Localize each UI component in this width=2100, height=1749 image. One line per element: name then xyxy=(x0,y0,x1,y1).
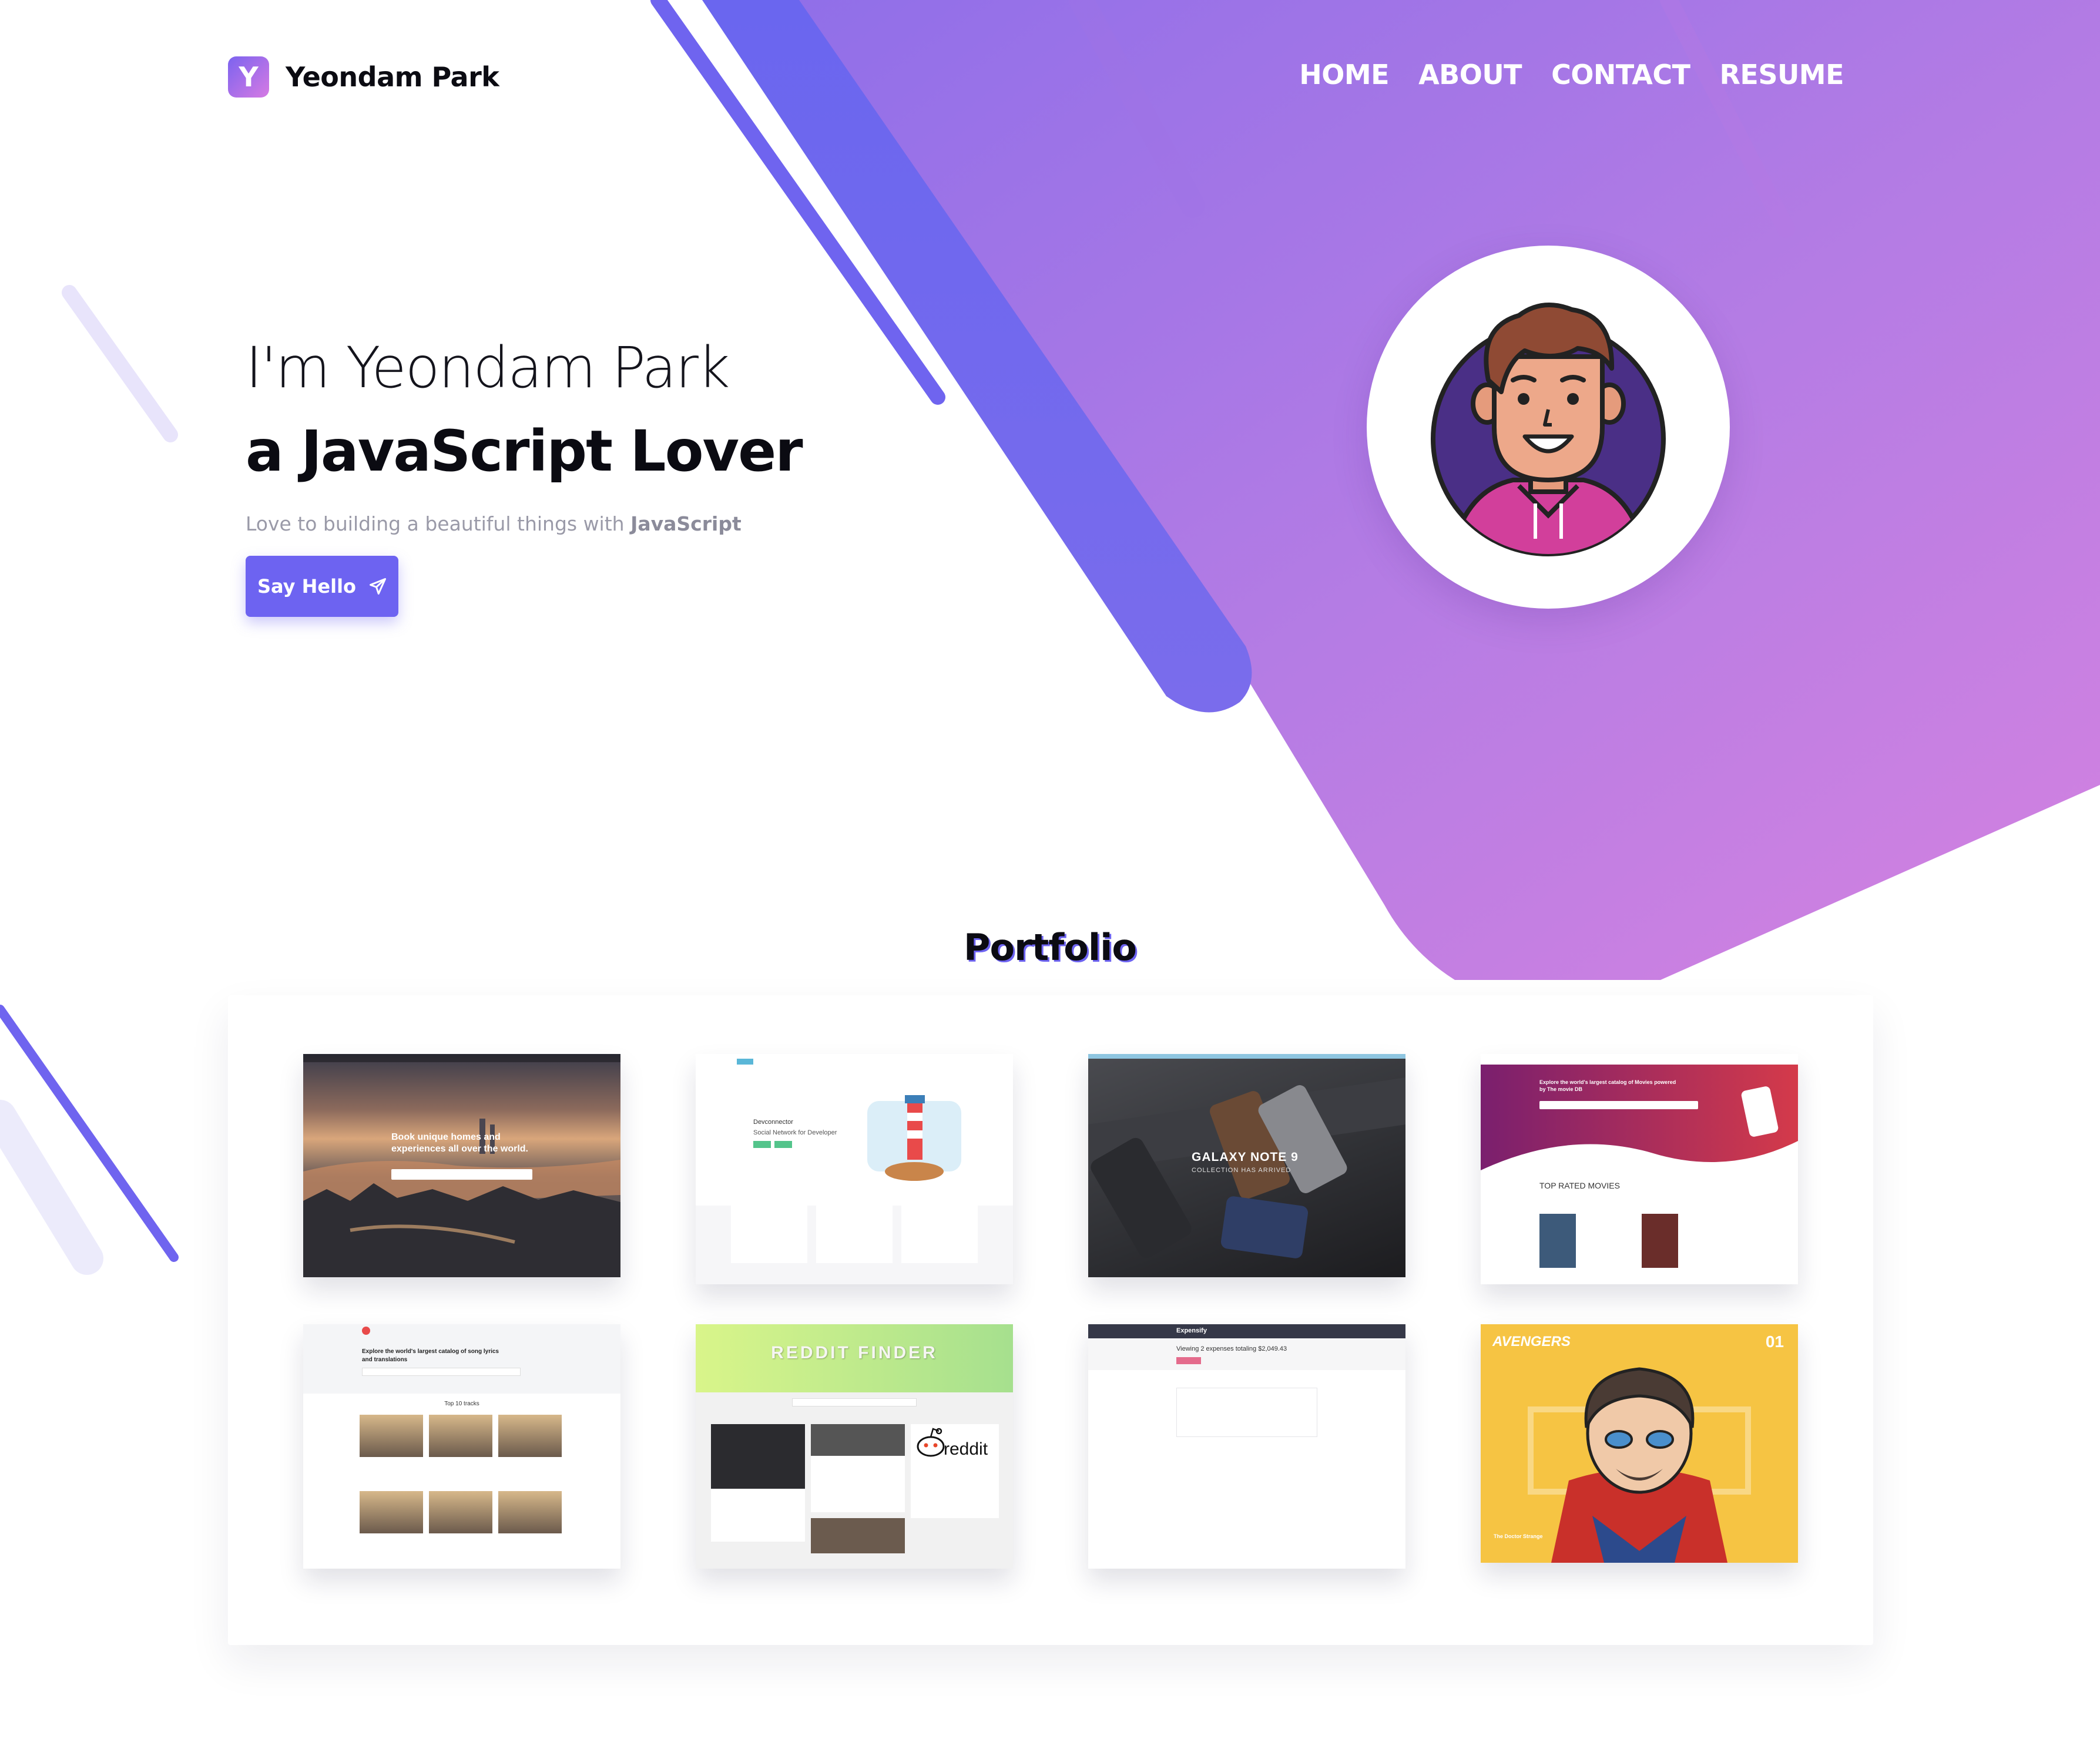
reddit-logo-text: reddit xyxy=(944,1439,988,1459)
movie-hero-headline: Explore the world's largest catalog of M… xyxy=(1539,1079,1676,1092)
top-rated-heading: TOP RATED MOVIES xyxy=(1539,1181,1620,1190)
portfolio-title: Portfolio xyxy=(964,926,1137,969)
logo-mark-icon: Y xyxy=(228,56,269,98)
portfolio-item-vrs-store[interactable]: GALAXY NOTE 9 COLLECTION HAS ARRIVED xyxy=(1088,1054,1405,1277)
say-hello-button[interactable]: Say Hello xyxy=(246,556,398,617)
brand-name: Yeondam Park xyxy=(286,61,499,93)
reddit-search-input xyxy=(792,1398,917,1406)
nav-about-link[interactable]: ABOUT xyxy=(1418,59,1522,90)
avengers-number: 01 xyxy=(1765,1332,1784,1351)
phone-cases-image xyxy=(1088,1077,1405,1258)
expensify-headline: Expensify xyxy=(1176,1327,1207,1334)
hero-greeting: I'm Yeondam Park xyxy=(246,335,730,401)
doctor-strange-illustration xyxy=(1551,1367,1727,1563)
say-hello-label: Say Hello xyxy=(257,575,357,597)
reddit-logo-icon xyxy=(917,1428,945,1457)
avengers-caption: The Doctor Strange xyxy=(1494,1533,1543,1539)
main-nav: HOME ABOUT CONTACT RESUME xyxy=(1299,59,1844,90)
reddit-finder-headline: REDDIT FINDER xyxy=(771,1343,938,1362)
airbnb-search-input xyxy=(391,1169,532,1180)
vrs-headline: GALAXY NOTE 9 xyxy=(1192,1150,1299,1164)
hero-subtitle: Love to building a beautiful things with… xyxy=(246,512,802,535)
portfolio-item-airbnb-clone[interactable]: Book unique homes and experiences all ov… xyxy=(303,1054,620,1277)
portfolio-item-lyrics-finder[interactable]: Explore the world's largest catalog of s… xyxy=(303,1324,620,1569)
nav-home-link[interactable]: HOME xyxy=(1299,59,1389,90)
portfolio-item-devconnector[interactable]: Devconnector Social Network for Develope… xyxy=(696,1054,1013,1284)
vrs-subheadline: COLLECTION HAS ARRIVED xyxy=(1192,1167,1291,1174)
nav-resume-link[interactable]: RESUME xyxy=(1719,59,1844,90)
airbnb-headline: Book unique homes and experiences all ov… xyxy=(391,1132,528,1154)
brand-logo[interactable]: Y Yeondam Park xyxy=(228,56,499,98)
lyrics-headline: Explore the world's largest catalog of s… xyxy=(362,1348,499,1363)
portfolio-item-avengers[interactable]: AVENGERS 01 The Doctor Strange xyxy=(1481,1324,1798,1563)
lyrics-search-input xyxy=(362,1368,521,1376)
expensify-summary: Viewing 2 expenses totaling $2,049.43 xyxy=(1176,1345,1287,1352)
avatar-illustration xyxy=(1431,303,1666,556)
hero-subtitle-emphasis: JavaScript xyxy=(630,512,742,535)
hero-subtitle-text: Love to building a beautiful things with xyxy=(246,512,631,535)
city-skyline-image xyxy=(303,1119,620,1277)
nav-contact-link[interactable]: CONTACT xyxy=(1551,59,1690,90)
top-tracks-heading: Top 10 tracks xyxy=(444,1401,479,1407)
portfolio-item-reddit-finder[interactable]: REDDIT FINDER reddit xyxy=(696,1324,1013,1569)
portfolio-item-movie-finder[interactable]: Explore the world's largest catalog of M… xyxy=(1481,1054,1798,1284)
devconnector-headline: Devconnector xyxy=(753,1119,793,1126)
hero-tagline: a JavaScript Lover xyxy=(246,418,803,484)
portfolio-item-expensify[interactable]: Expensify Viewing 2 expenses totaling $2… xyxy=(1088,1324,1405,1569)
lighthouse-illustration xyxy=(867,1095,961,1181)
paper-plane-icon xyxy=(370,578,387,595)
hero-section: I'm Yeondam Park a JavaScript Lover Love… xyxy=(246,335,803,617)
avatar xyxy=(1367,246,1730,609)
devconnector-subheadline: Social Network for Developer xyxy=(753,1129,837,1136)
movie-search-input xyxy=(1539,1101,1698,1109)
